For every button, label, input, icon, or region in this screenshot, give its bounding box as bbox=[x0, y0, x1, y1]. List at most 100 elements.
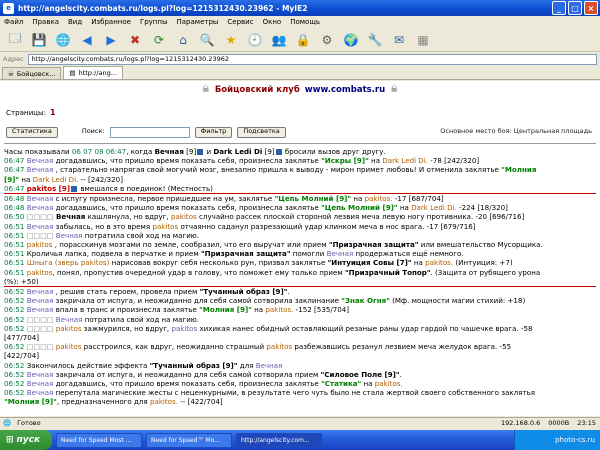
player-name[interactable]: pakitos. bbox=[375, 379, 403, 388]
log-text: -224 bbox=[456, 203, 476, 213]
log-entry: 06:51 pakitos , порасскинув мозгами по з… bbox=[4, 240, 596, 249]
users-icon[interactable]: 👥 bbox=[270, 31, 288, 49]
player-name[interactable]: Вечная bbox=[27, 296, 54, 305]
globe-icon[interactable]: 🌐 bbox=[54, 31, 72, 49]
player-name[interactable]: Вечная bbox=[54, 231, 83, 240]
log-text: □□□□ bbox=[26, 323, 54, 333]
grid-icon[interactable]: ▦ bbox=[414, 31, 432, 49]
search-label: Поиск: bbox=[81, 127, 105, 136]
tab-log[interactable]: ▤ http://ang... bbox=[63, 66, 123, 79]
search-input[interactable] bbox=[109, 126, 190, 138]
player-name[interactable]: Вечная bbox=[27, 165, 54, 174]
player-info-icon bbox=[197, 149, 204, 155]
log-entry: [9]" на Dark Ledi Di. -- [242/320] bbox=[4, 175, 596, 184]
player-name[interactable]: Dark Ledi Di. bbox=[382, 156, 428, 165]
player-name[interactable]: Dark Ledi Di. bbox=[33, 175, 79, 184]
player-name[interactable]: pakitos bbox=[152, 222, 178, 231]
site-link[interactable]: www.combats.ru bbox=[305, 86, 385, 95]
log-time: 06:51 bbox=[4, 267, 27, 277]
player-name[interactable]: Вечная bbox=[27, 370, 54, 379]
start-button[interactable]: ⊞ пуск bbox=[0, 430, 52, 450]
save-icon[interactable]: 💾 bbox=[30, 31, 48, 49]
log-text: [242/320] bbox=[441, 156, 480, 166]
player-name[interactable]: Вечная bbox=[27, 287, 54, 296]
log-text: случайно рассек плоской стороной лезвия … bbox=[196, 212, 474, 222]
lock-icon[interactable]: 🔒 bbox=[294, 31, 312, 49]
page-link[interactable]: 1 bbox=[50, 108, 56, 117]
player-name[interactable]: pakitos bbox=[54, 342, 82, 351]
log-time: 06:48 bbox=[4, 194, 27, 204]
minimize-button[interactable]: _ bbox=[552, 1, 566, 15]
menu-item[interactable]: Сервис bbox=[227, 18, 253, 26]
new-window-icon[interactable]: 🗔 bbox=[6, 31, 24, 49]
window-title: http://angelscity.combats.ru/logs.pl?log… bbox=[18, 3, 308, 13]
menu-item[interactable]: Окно bbox=[263, 18, 282, 26]
log-entry: [422/704] bbox=[4, 351, 596, 360]
menu-item[interactable]: Избранное bbox=[91, 18, 131, 26]
player-name[interactable]: Вечная bbox=[27, 222, 54, 231]
maximize-button[interactable]: □ bbox=[568, 1, 582, 15]
player-name[interactable]: Шныга (зверь pakitos) bbox=[27, 258, 110, 267]
log-entry: 06:52 Вечная , решив стать героем, прове… bbox=[4, 287, 596, 296]
history-icon[interactable]: 🕘 bbox=[246, 31, 264, 49]
player-name[interactable]: Вечная bbox=[27, 203, 54, 212]
player-name[interactable]: pakitos bbox=[266, 342, 292, 351]
address-input[interactable]: http://angelscity.combats.ru/logs.pl?log… bbox=[27, 53, 597, 65]
menu-item[interactable]: Помощь bbox=[290, 18, 320, 26]
settings-icon[interactable]: ⚙ bbox=[318, 31, 336, 49]
home-icon[interactable]: ⌂ bbox=[174, 31, 192, 49]
player-name[interactable]: Вечная bbox=[327, 249, 354, 258]
menu-item[interactable]: Вид bbox=[68, 18, 82, 26]
taskbar-item[interactable]: Need for Speed Most ... bbox=[56, 432, 142, 448]
taskbar-item[interactable]: Need for Speed™ Mo... bbox=[146, 432, 232, 448]
log-text: -- [422/704] bbox=[177, 397, 223, 407]
back-icon[interactable]: ◀ bbox=[78, 31, 96, 49]
player-name[interactable]: pakitos bbox=[171, 212, 197, 221]
mail-icon[interactable]: ✉ bbox=[390, 31, 408, 49]
favorites-icon[interactable]: ★ bbox=[222, 31, 240, 49]
forward-icon[interactable]: ▶ bbox=[102, 31, 120, 49]
log-text: на bbox=[397, 203, 412, 213]
log-text: (Мф. мощности магии стихий: +18) bbox=[389, 296, 526, 306]
taskbar-item[interactable]: http://angelscity.com... bbox=[236, 432, 322, 448]
menu-item[interactable]: Правка bbox=[32, 18, 59, 26]
player-name[interactable]: Вечная bbox=[27, 379, 54, 388]
log-text: □□□□ bbox=[26, 230, 54, 240]
log-text: Закончилось действие эффекта bbox=[26, 360, 150, 370]
search-icon[interactable]: 🔍 bbox=[198, 31, 216, 49]
tab-combats[interactable]: ☠ Бойцовск... bbox=[2, 67, 62, 79]
player-name[interactable]: Вечная bbox=[256, 361, 283, 370]
menu-item[interactable]: Группы bbox=[140, 18, 168, 26]
player-name[interactable]: pakitos bbox=[54, 324, 82, 333]
menu-item[interactable]: Файл bbox=[4, 18, 23, 26]
statistics-button[interactable]: Статистика bbox=[6, 126, 58, 138]
player-name[interactable]: pakitos. bbox=[150, 397, 178, 406]
player-name[interactable]: pakitos bbox=[171, 324, 197, 333]
menu-item[interactable]: Параметры bbox=[177, 18, 219, 26]
player-name[interactable]: pakitos. bbox=[365, 194, 393, 203]
close-button[interactable]: × bbox=[584, 1, 598, 15]
spell-name: "Цепь Молний [9]" bbox=[274, 194, 352, 204]
player-name[interactable]: Вечная bbox=[27, 305, 54, 314]
log-text: -152 bbox=[293, 305, 312, 315]
tools-icon[interactable]: 🔧 bbox=[366, 31, 384, 49]
filter-button[interactable]: Фильтр bbox=[194, 126, 233, 138]
player-name[interactable]: Вечная bbox=[27, 156, 54, 165]
highlight-button[interactable]: Подсветка bbox=[237, 126, 286, 138]
log-text: -20 bbox=[473, 212, 488, 222]
player-name[interactable]: pakitos. bbox=[265, 305, 293, 314]
player-name[interactable]: Вечная bbox=[54, 315, 83, 324]
player-name[interactable]: Вечная bbox=[27, 388, 54, 397]
player-name[interactable]: Вечная bbox=[27, 194, 54, 203]
player-name[interactable]: pakitos [9] bbox=[27, 184, 70, 193]
log-text: (Интуиция: +7) bbox=[453, 258, 513, 268]
player-name[interactable]: pakitos bbox=[27, 240, 53, 249]
player-name[interactable]: pakitos. bbox=[425, 258, 453, 267]
status-time: 23:15 bbox=[577, 419, 596, 427]
log-entry: "Молния [9]", предназначенного для pakit… bbox=[4, 397, 596, 406]
player-name[interactable]: Dark Ledi Di. bbox=[411, 203, 457, 212]
web-icon[interactable]: 🌍 bbox=[342, 31, 360, 49]
player-name[interactable]: pakitos bbox=[27, 268, 53, 277]
refresh-icon[interactable]: ⟳ bbox=[150, 31, 168, 49]
stop-icon[interactable]: ✖ bbox=[126, 31, 144, 49]
